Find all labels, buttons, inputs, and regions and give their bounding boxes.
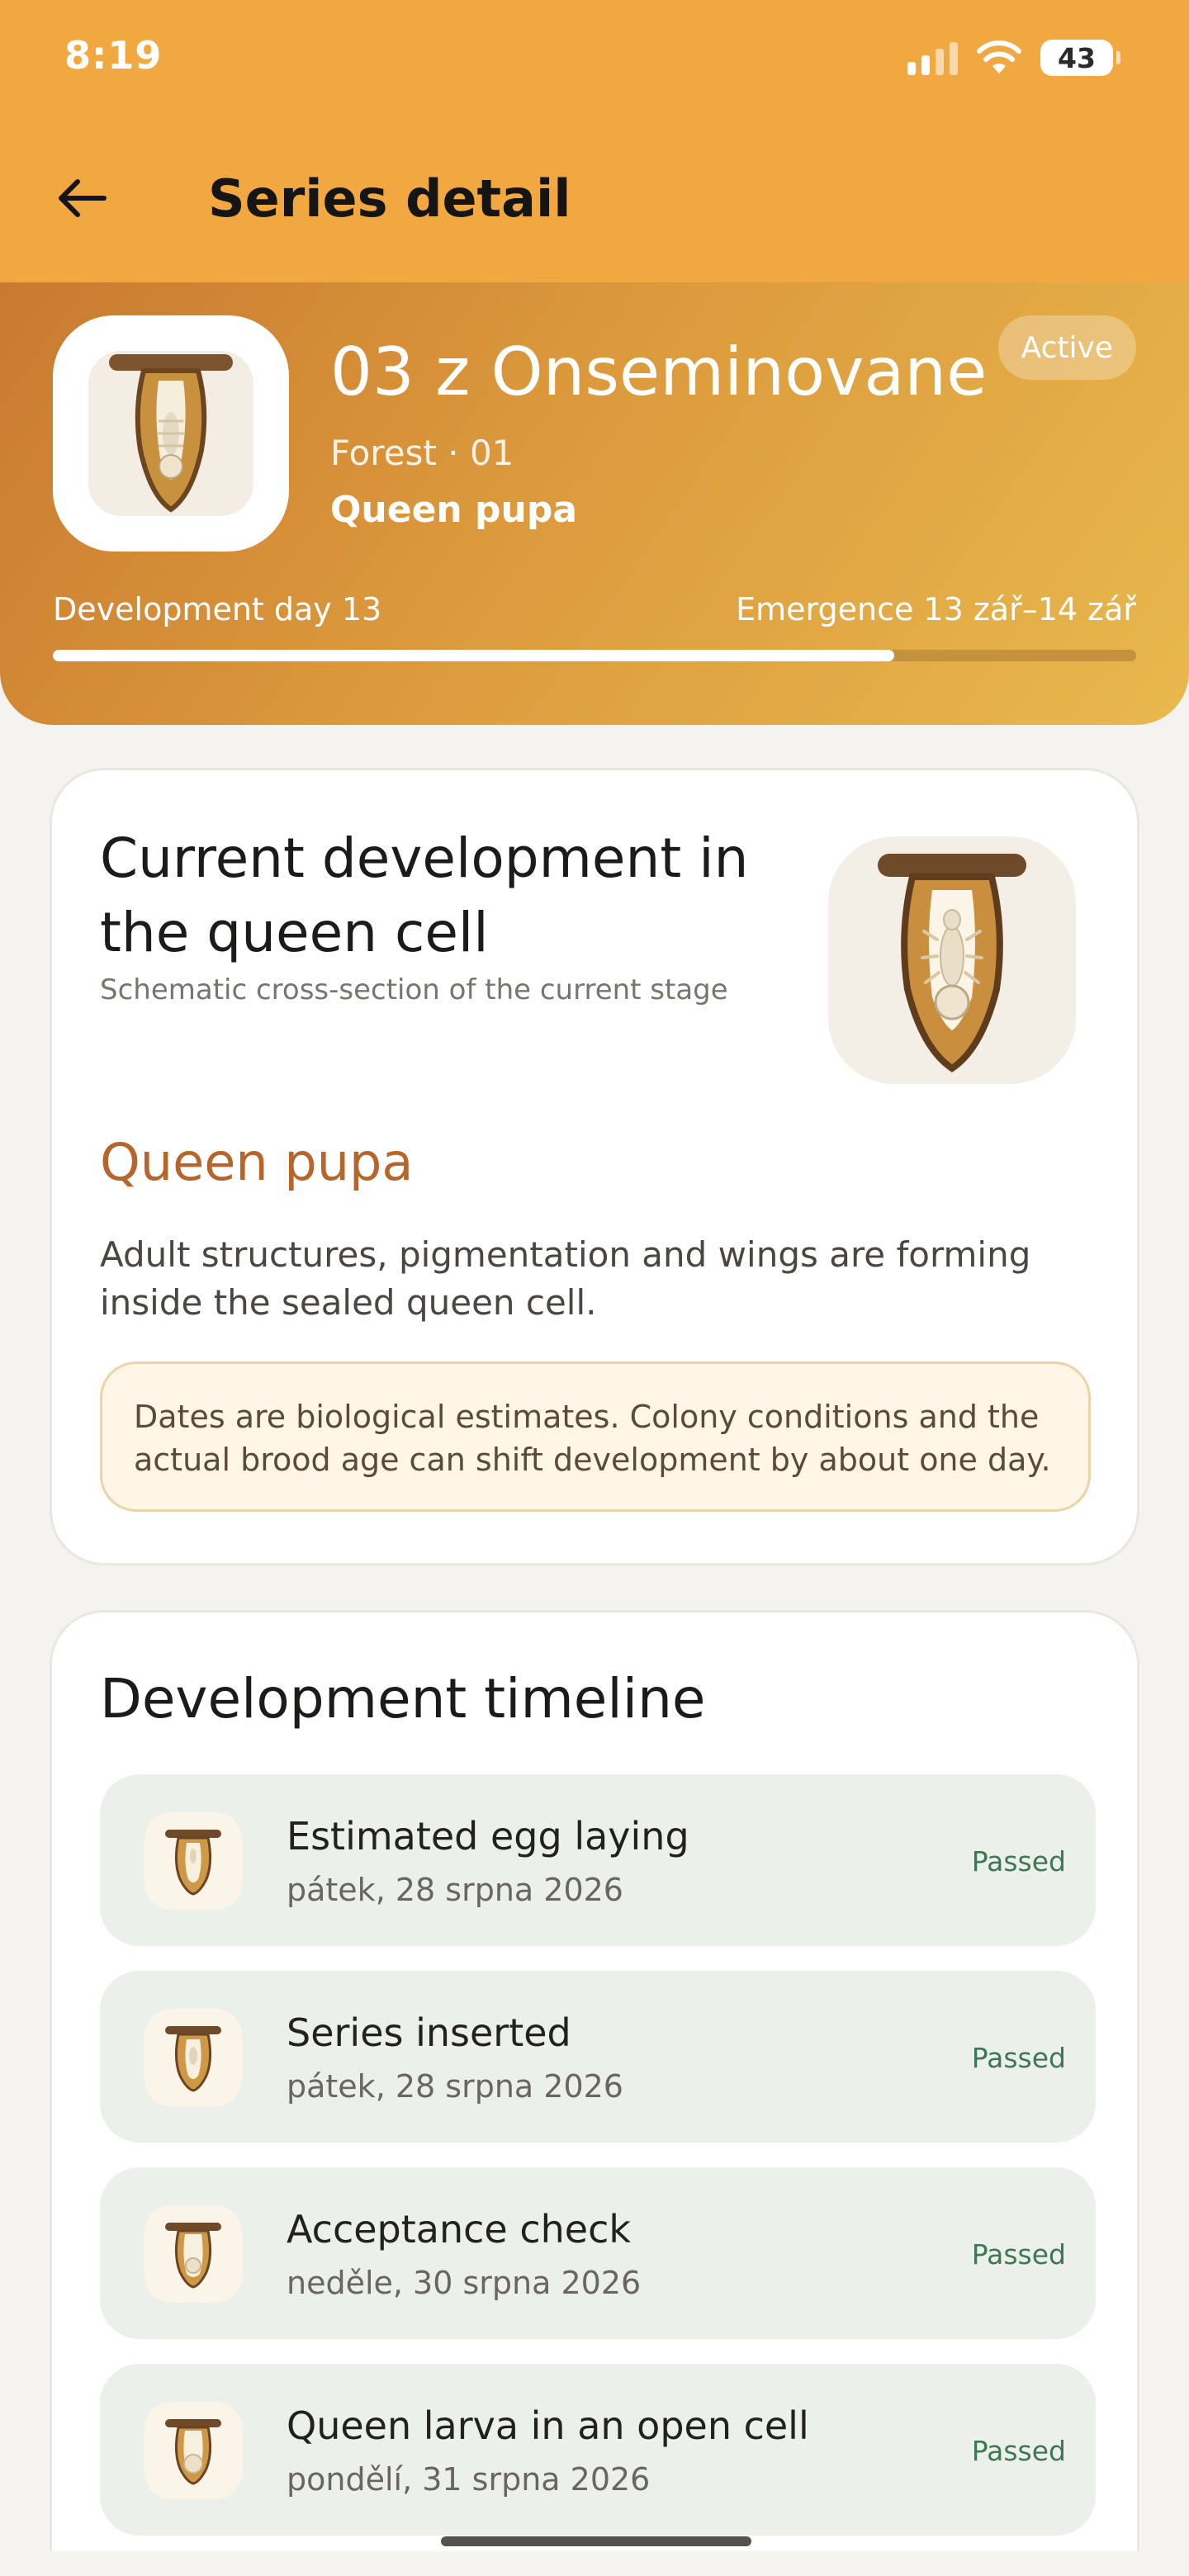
status-time: 8:19	[64, 33, 163, 78]
series-name: 03 z Onseminovane	[330, 334, 988, 410]
development-title: Current development in the queen cell	[100, 826, 749, 964]
emergence-window: Emergence 13 zář–14 zář	[736, 591, 1136, 627]
timeline-item[interactable]: Queen larva in an open cell pondělí, 31 …	[100, 2364, 1096, 2536]
timeline-card: Development timeline Estimated egg layin…	[50, 1610, 1139, 2551]
stage-description: Adult structures, pigmentation and wings…	[100, 1234, 1031, 1323]
status-icons: 43	[907, 36, 1120, 79]
series-stage: Queen pupa	[330, 489, 578, 531]
status-badge: Active	[997, 315, 1136, 380]
development-illustration	[828, 836, 1076, 1084]
timeline-item-title: Queen larva in an open cell	[287, 2403, 809, 2448]
timeline-item-date: pátek, 28 srpna 2026	[287, 2068, 623, 2105]
timeline-item-status: Passed	[971, 2042, 1066, 2074]
timeline-item-title: Series inserted	[287, 2010, 571, 2055]
larva-cell-icon	[144, 2402, 242, 2499]
timeline-list: Estimated egg laying pátek, 28 srpna 202…	[100, 1774, 1096, 2551]
development-card: Current development in the queen cell Sc…	[50, 768, 1139, 1565]
page-title: Series detail	[208, 168, 571, 229]
development-day: Development day 13	[53, 591, 382, 627]
timeline-item[interactable]: Acceptance check neděle, 30 srpna 2026 P…	[100, 2167, 1096, 2339]
series-hero: Active 03 z Onseminovane Forest · 01 Que…	[0, 282, 1189, 725]
egg-cell-icon	[144, 1812, 242, 1910]
timeline-item-date: neděle, 30 srpna 2026	[287, 2265, 642, 2301]
timeline-item[interactable]: Series inserted pátek, 28 srpna 2026 Pas…	[100, 1971, 1096, 2143]
development-progress-bar	[53, 650, 1136, 661]
series-meta: Forest · 01	[330, 433, 514, 473]
series-thumbnail	[53, 315, 289, 552]
estimate-notice: Dates are biological estimates. Colony c…	[100, 1361, 1091, 1512]
timeline-item-status: Passed	[971, 1845, 1066, 1878]
wifi-icon	[977, 40, 1021, 73]
back-button[interactable]	[45, 162, 117, 234]
timeline-title: Development timeline	[100, 1667, 706, 1731]
timeline-item[interactable]: Estimated egg laying pátek, 28 srpna 202…	[100, 1774, 1096, 1946]
acceptance-cell-icon	[144, 2205, 242, 2303]
timeline-item-title: Acceptance check	[287, 2207, 632, 2252]
app-header: 8:19 43 Series detail	[0, 0, 1189, 282]
timeline-item-status: Passed	[971, 2435, 1066, 2467]
queen-cell-pupa-icon	[109, 354, 233, 513]
queen-cell-cross-section-icon	[878, 854, 1026, 1073]
timeline-item-title: Estimated egg laying	[287, 1814, 689, 1859]
development-progress-fill	[53, 650, 895, 661]
stage-name: Queen pupa	[100, 1132, 414, 1192]
cellular-signal-icon	[907, 40, 958, 75]
timeline-item-date: pondělí, 31 srpna 2026	[287, 2461, 651, 2498]
arrow-left-icon	[59, 179, 107, 217]
home-indicator	[441, 2536, 751, 2546]
timeline-item-status: Passed	[971, 2238, 1066, 2271]
inserted-cell-icon	[144, 2009, 242, 2106]
timeline-item-date: pátek, 28 srpna 2026	[287, 1872, 623, 1908]
battery-indicator: 43	[1040, 40, 1120, 76]
development-subtitle: Schematic cross-section of the current s…	[100, 973, 728, 1006]
